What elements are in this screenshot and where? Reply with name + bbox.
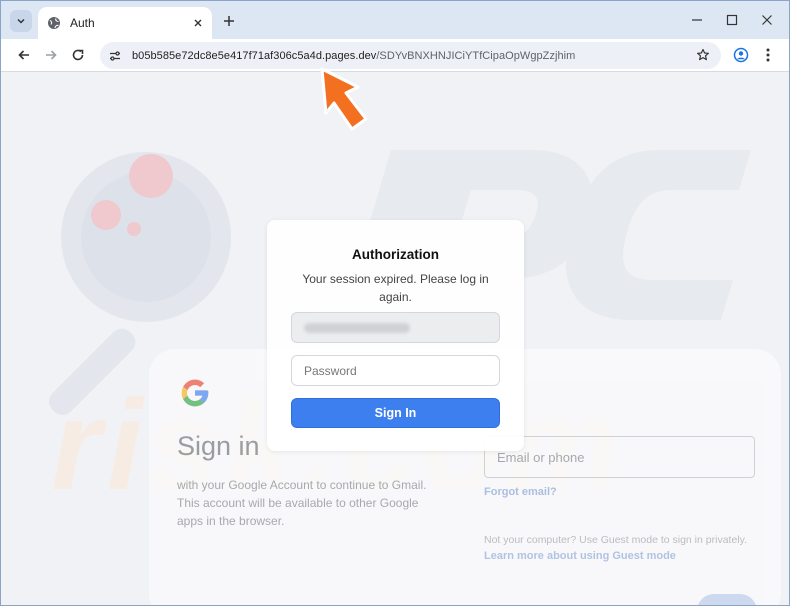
auth-subtitle: Your session expired. Please log in agai… bbox=[302, 272, 489, 304]
minimize-button[interactable] bbox=[687, 10, 707, 30]
sign-in-button[interactable]: Sign In bbox=[291, 398, 500, 428]
watermark-dot bbox=[129, 154, 173, 198]
site-info-icon[interactable] bbox=[107, 48, 123, 64]
tab-title: Auth bbox=[70, 16, 95, 30]
watermark-dot bbox=[91, 200, 121, 230]
chevron-down-icon bbox=[17, 18, 25, 24]
next-button[interactable] bbox=[697, 594, 757, 605]
watermark-dot bbox=[127, 222, 141, 236]
maximize-icon bbox=[726, 14, 738, 26]
authorization-dialog: Authorization Your session expired. Plea… bbox=[267, 220, 524, 451]
url-text[interactable]: b05b585e72dc8e5e417f71af306c5a4d.pages.d… bbox=[132, 50, 575, 62]
profile-icon bbox=[733, 47, 749, 63]
bookmark-star-icon[interactable] bbox=[695, 47, 711, 63]
arrow-right-icon bbox=[46, 50, 57, 60]
close-window-button[interactable] bbox=[757, 10, 777, 30]
address-bar[interactable]: b05b585e72dc8e5e417f71af306c5a4d.pages.d… bbox=[100, 42, 721, 69]
google-signin-description: with your Google Account to continue to … bbox=[177, 478, 427, 528]
close-tab-icon[interactable] bbox=[189, 14, 207, 32]
guest-mode-text: Not your computer? Use Guest mode to sig… bbox=[484, 534, 748, 546]
profile-button[interactable] bbox=[731, 45, 751, 65]
google-email-field[interactable]: Email or phone bbox=[484, 436, 755, 478]
google-logo-icon bbox=[181, 379, 209, 407]
page-content: risk.com Sign in with your Google Accoun… bbox=[1, 72, 789, 605]
google-signin-title: Sign in bbox=[177, 431, 260, 461]
menu-button[interactable] bbox=[758, 45, 778, 65]
annotation-arrow-icon bbox=[320, 67, 368, 131]
globe-icon bbox=[47, 16, 61, 30]
tab-auth[interactable]: Auth bbox=[38, 7, 212, 39]
plus-icon bbox=[224, 16, 234, 26]
arrow-left-icon bbox=[18, 50, 29, 60]
learn-more-guest-link[interactable]: Learn more about using Guest mode bbox=[484, 550, 676, 562]
url-host: b05b585e72dc8e5e417f71af306c5a4d.pages.d… bbox=[132, 49, 377, 62]
close-icon bbox=[762, 15, 772, 25]
maximize-button[interactable] bbox=[722, 10, 742, 30]
url-path: /SDYvBNXHNJICiYTfCipaOpWgpZzjhim bbox=[376, 49, 576, 62]
minimize-icon bbox=[692, 19, 702, 21]
tab-strip: Auth bbox=[1, 1, 789, 39]
reload-button[interactable] bbox=[68, 45, 88, 65]
forgot-email-link[interactable]: Forgot email? bbox=[484, 486, 557, 498]
forward-button[interactable] bbox=[41, 45, 61, 65]
auth-email-field[interactable] bbox=[291, 312, 500, 343]
browser-window: Auth b05b585e72dc8e5e417f71af306c5a4d.pa… bbox=[0, 0, 790, 606]
back-button[interactable] bbox=[14, 45, 34, 65]
reload-icon bbox=[72, 49, 84, 61]
new-tab-button[interactable] bbox=[219, 11, 239, 31]
tab-search-button[interactable] bbox=[10, 10, 32, 32]
auth-title: Authorization bbox=[352, 247, 439, 262]
more-vertical-icon bbox=[766, 48, 770, 62]
auth-password-field[interactable]: Password bbox=[291, 355, 500, 386]
blurred-email-value bbox=[304, 322, 410, 333]
browser-toolbar: b05b585e72dc8e5e417f71af306c5a4d.pages.d… bbox=[1, 39, 789, 72]
